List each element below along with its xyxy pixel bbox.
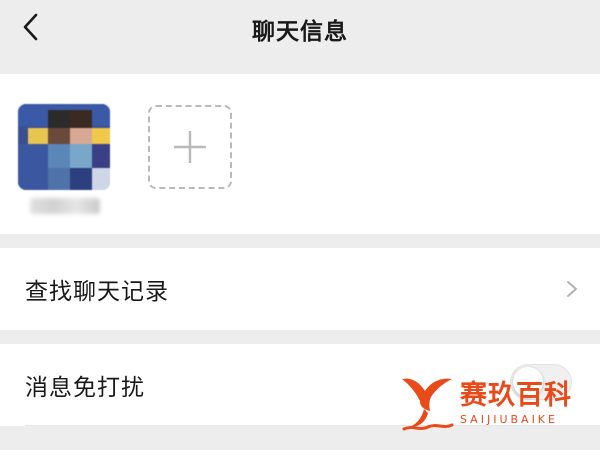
row-label: 消息免打扰 [25, 375, 145, 401]
watermark-title: 赛玖百科 [460, 379, 572, 411]
avatar [18, 104, 110, 190]
whale-tail-logo-icon [402, 378, 454, 431]
row-label: 查找聊天记录 [25, 279, 169, 305]
watermark: 赛玖百科 SAIJIUBAIKE [398, 370, 588, 436]
member-item[interactable] [18, 104, 110, 214]
members-panel [0, 74, 600, 234]
add-member-button[interactable] [148, 105, 232, 189]
watermark-subtitle: SAIJIUBAIKE [460, 412, 558, 426]
chevron-right-icon [567, 281, 577, 297]
page-title: 聊天信息 [252, 19, 348, 45]
nav-bar: 聊天信息 [0, 0, 600, 74]
member-name-blurred [30, 198, 100, 214]
plus-icon [174, 131, 206, 163]
search-chat-history-row[interactable]: 查找聊天记录 [0, 248, 600, 330]
